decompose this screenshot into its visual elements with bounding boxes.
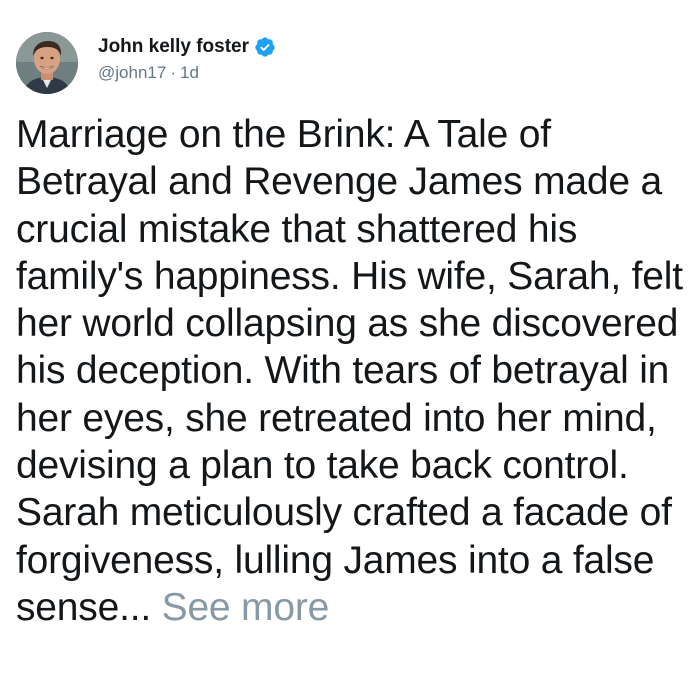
see-more-link[interactable]: See more <box>162 586 330 629</box>
meta-separator: · <box>170 63 176 82</box>
author-handle[interactable]: @john17 <box>98 63 166 82</box>
profile-photo-icon[interactable] <box>16 32 78 94</box>
author-name-row: John kelly foster <box>98 33 276 61</box>
tweet-text: Marriage on the Brink: A Tale of Betraya… <box>16 113 683 629</box>
verified-badge-icon <box>254 36 276 58</box>
tweet-header: John kelly foster @john17 · 1d <box>16 31 276 95</box>
tweet-body: Marriage on the Brink: A Tale of Betraya… <box>16 111 688 631</box>
author-display-name[interactable]: John kelly foster <box>98 36 249 58</box>
author-meta-row: @john17 · 1d <box>98 61 276 85</box>
author-identity: John kelly foster @john17 · 1d <box>98 33 276 85</box>
tweet-card: John kelly foster @john17 · 1d Marriage on… <box>0 0 700 700</box>
tweet-timestamp[interactable]: 1d <box>180 63 199 82</box>
